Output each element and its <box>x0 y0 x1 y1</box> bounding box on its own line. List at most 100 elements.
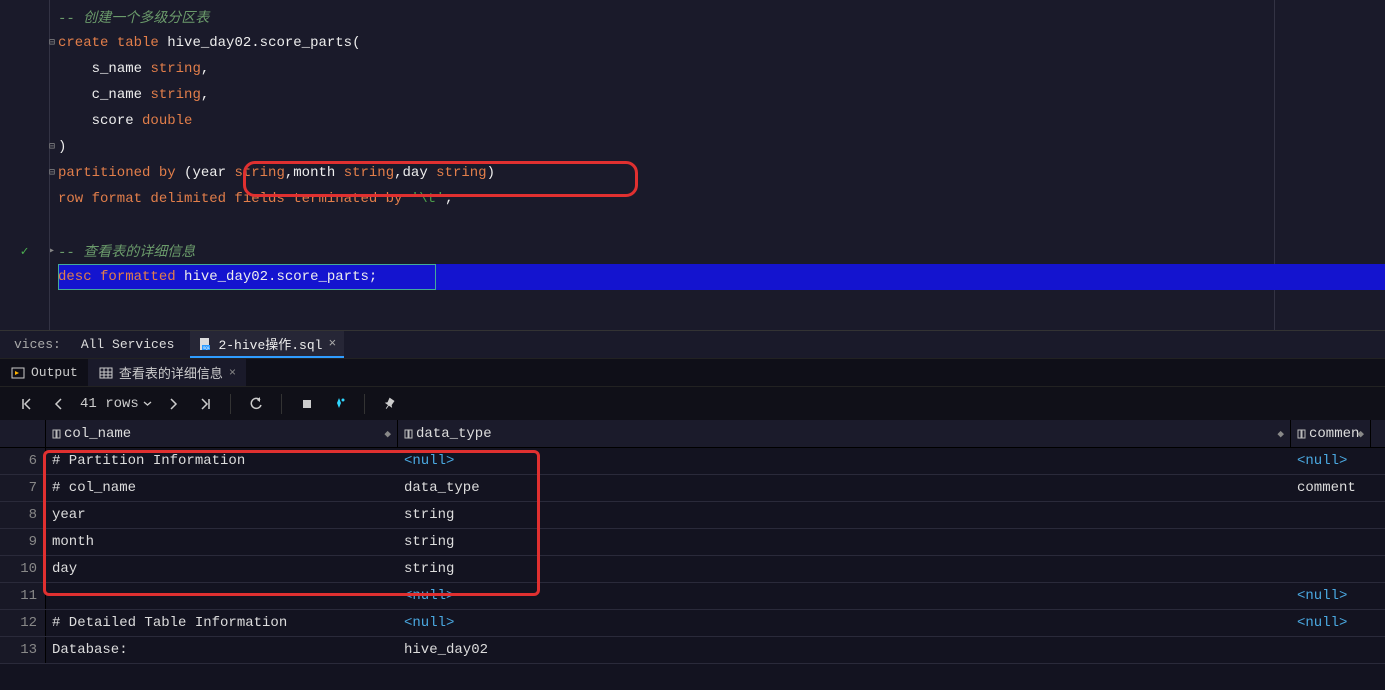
table-row[interactable]: 12# Detailed Table Information<null><nul… <box>0 610 1385 637</box>
cell[interactable]: <null> <box>1291 448 1371 474</box>
cell[interactable]: <null> <box>398 448 1291 474</box>
code-line[interactable] <box>58 212 1385 238</box>
code-line[interactable]: s_name string, <box>58 56 1385 82</box>
row-number-cell: 11 <box>0 583 46 609</box>
gutter-line: ⊟ <box>0 160 49 186</box>
token-type: string <box>150 87 200 103</box>
column-header[interactable]: commen◆ <box>1291 420 1371 447</box>
results-grid[interactable]: col_name◆ data_type ◆ commen◆ 6# Partitio… <box>0 420 1385 690</box>
first-page-button[interactable] <box>16 393 38 415</box>
token-keyword: partitioned by <box>58 165 176 181</box>
table-detail-tab-label: 查看表的详细信息 <box>119 363 223 382</box>
output-tab[interactable]: Output <box>0 359 88 386</box>
close-icon[interactable]: × <box>229 366 236 380</box>
column-header[interactable]: col_name◆ <box>46 420 398 447</box>
results-body[interactable]: 6# Partition Information<null><null>7# c… <box>0 448 1385 664</box>
token-plain <box>92 269 100 285</box>
token-plain <box>159 35 167 51</box>
table-row[interactable]: 7# col_namedata_typecomment <box>0 475 1385 502</box>
cell[interactable]: day <box>46 556 398 582</box>
token-type: string <box>234 165 284 181</box>
code-line[interactable]: desc formatted hive_day02.score_parts; <box>58 264 1385 290</box>
table-row[interactable]: 10daystring <box>0 556 1385 583</box>
cell[interactable]: # col_name <box>46 475 398 501</box>
code-line[interactable]: create table hive_day02.score_parts( <box>58 30 1385 56</box>
token-type: string <box>436 165 486 181</box>
refresh-button[interactable] <box>245 393 267 415</box>
table-row[interactable]: 9monthstring <box>0 529 1385 556</box>
pin-button[interactable] <box>379 393 401 415</box>
last-page-button[interactable] <box>194 393 216 415</box>
cell[interactable] <box>1291 637 1371 663</box>
file-tab[interactable]: SQL 2-hive操作.sql × <box>190 331 344 358</box>
file-tab-label: 2-hive操作.sql <box>218 334 322 353</box>
sort-icon[interactable]: ◆ <box>384 427 391 441</box>
code-lines[interactable]: -- 创建一个多级分区表 create table hive_day02.scor… <box>50 0 1385 330</box>
cell[interactable]: month <box>46 529 398 555</box>
cell[interactable]: string <box>398 502 1291 528</box>
cell[interactable]: comment <box>1291 475 1371 501</box>
gutter-line <box>0 186 49 212</box>
table-row[interactable]: 8yearstring <box>0 502 1385 529</box>
token-comment: -- 创建一个多级分区表 <box>58 7 209 27</box>
gutter-line <box>0 264 49 290</box>
prev-page-button[interactable] <box>48 393 70 415</box>
column-header[interactable]: data_type ◆ <box>398 420 1291 447</box>
sort-icon[interactable]: ◆ <box>1357 427 1364 441</box>
cell[interactable]: data_type <box>398 475 1291 501</box>
token-punct: , <box>285 165 293 181</box>
code-line[interactable]: c_name string, <box>58 82 1385 108</box>
cell[interactable] <box>46 583 398 609</box>
code-line[interactable]: score double <box>58 108 1385 134</box>
next-page-button[interactable] <box>162 393 184 415</box>
cell[interactable] <box>1291 502 1371 528</box>
token-ident: day <box>403 165 428 181</box>
token-string: '\t' <box>411 191 445 207</box>
cell[interactable]: # Detailed Table Information <box>46 610 398 636</box>
token-ident: hive_day02.score_parts <box>184 269 369 285</box>
null-value: <null> <box>1297 453 1347 469</box>
cell[interactable]: <null> <box>398 610 1291 636</box>
all-services-item[interactable]: All Services <box>71 337 185 352</box>
table-row[interactable]: 6# Partition Information<null><null> <box>0 448 1385 475</box>
cell[interactable]: string <box>398 556 1291 582</box>
close-icon[interactable]: × <box>328 336 336 351</box>
table-detail-tab[interactable]: 查看表的详细信息 × <box>88 359 246 386</box>
ai-tool-button[interactable] <box>328 393 350 415</box>
code-line[interactable]: row format delimited fields terminated b… <box>58 186 1385 212</box>
cell[interactable]: Database: <box>46 637 398 663</box>
row-count-dropdown[interactable]: 41 rows <box>80 396 152 412</box>
token-ident: c_name <box>92 87 142 103</box>
cell[interactable] <box>1291 529 1371 555</box>
cell[interactable] <box>1291 556 1371 582</box>
cell[interactable]: # Partition Information <box>46 448 398 474</box>
cell[interactable]: string <box>398 529 1291 555</box>
cell[interactable]: <null> <box>1291 610 1371 636</box>
column-header-label: data_type <box>416 426 492 442</box>
token-punct: ) <box>58 139 66 155</box>
column-icon <box>1297 428 1309 440</box>
code-line[interactable] <box>58 290 1385 316</box>
table-row[interactable]: 11 <null><null> <box>0 583 1385 610</box>
token-plain <box>134 113 142 129</box>
table-row[interactable]: 13Database:hive_day02 <box>0 637 1385 664</box>
grid-icon <box>98 365 114 381</box>
code-line[interactable]: partitioned by (year string,month string… <box>58 160 1385 186</box>
tool-tabs: Output 查看表的详细信息 × <box>0 358 1385 386</box>
gutter-line <box>0 56 49 82</box>
token-punct: ) <box>487 165 495 181</box>
cell[interactable]: <null> <box>1291 583 1371 609</box>
cell[interactable]: year <box>46 502 398 528</box>
token-punct: , <box>201 61 209 77</box>
cell[interactable]: <null> <box>398 583 1291 609</box>
cell[interactable]: hive_day02 <box>398 637 1291 663</box>
token-plain <box>142 87 150 103</box>
gutter-line <box>0 108 49 134</box>
stop-button[interactable] <box>296 393 318 415</box>
code-line[interactable]: ) <box>58 134 1385 160</box>
code-line[interactable]: -- 查看表的详细信息 <box>58 238 1385 264</box>
code-line[interactable]: -- 创建一个多级分区表 <box>58 4 1385 30</box>
output-tab-label: Output <box>31 365 78 380</box>
sort-icon[interactable]: ◆ <box>1277 427 1284 441</box>
code-editor[interactable]: ⊟⊟⊟✓▸ -- 创建一个多级分区表create table hive_day0… <box>0 0 1385 330</box>
